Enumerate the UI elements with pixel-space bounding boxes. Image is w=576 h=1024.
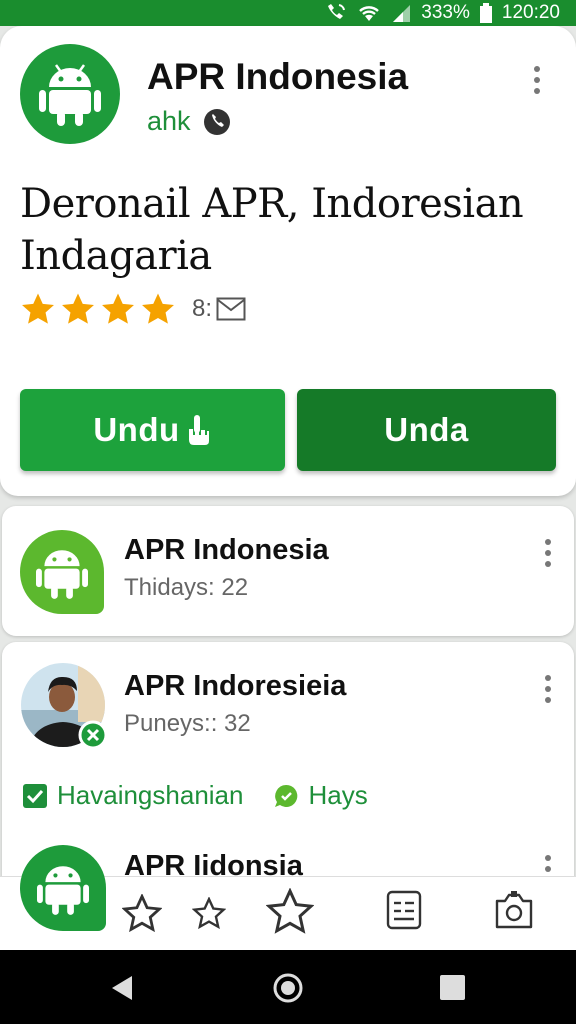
android-icon (37, 866, 89, 915)
more-options-icon[interactable] (543, 675, 553, 703)
signal-icon (391, 3, 411, 23)
tags-row: Havaingshanian Hays (22, 780, 368, 811)
install-button-label: Undu (93, 411, 180, 448)
battery-icon (479, 3, 492, 23)
clock: 120:20 (501, 2, 560, 23)
back-icon[interactable] (108, 974, 136, 1002)
star-icon (102, 293, 134, 324)
battery-text: 333% (421, 2, 470, 23)
tag-chat[interactable]: Hays (273, 780, 368, 811)
wifi-icon (357, 3, 381, 23)
item-title: APR Indonesia (124, 534, 329, 566)
mail-icon[interactable] (216, 297, 246, 321)
tag-verified[interactable]: Havaingshanian (22, 780, 243, 811)
item-subtitle: Puneys:: 32 (124, 710, 251, 737)
star-icon (142, 293, 174, 324)
toolbar-app-button[interactable] (20, 845, 106, 931)
check-square-icon (23, 783, 47, 808)
tag-label: Havaingshanian (57, 780, 244, 810)
rating-count: 8: (192, 295, 213, 322)
star-outline-icon[interactable] (266, 888, 314, 934)
bottom-toolbar (0, 845, 576, 951)
star-outline-icon[interactable] (122, 894, 162, 932)
app-title: APR Indonesia (147, 56, 409, 97)
recents-icon[interactable] (440, 975, 465, 1000)
star-icon (62, 293, 94, 324)
rating-stars (20, 292, 176, 326)
developer-row: ahk (147, 106, 231, 137)
more-options-icon[interactable] (532, 66, 542, 94)
star-icon (22, 293, 54, 324)
system-nav-bar (0, 950, 576, 1024)
item-title: APR Indoresieia (124, 670, 347, 702)
android-icon (39, 64, 101, 126)
item-logo (20, 530, 104, 614)
tag-label: Hays (308, 780, 368, 810)
star-outline-icon[interactable] (192, 897, 226, 929)
home-icon[interactable] (272, 972, 304, 1004)
app-logo[interactable] (20, 44, 120, 144)
install-button[interactable]: Undu (20, 389, 285, 471)
status-bar: 333% 120:20 (0, 0, 576, 26)
hand-tap-icon (188, 415, 209, 445)
phone-icon (203, 108, 230, 135)
developer-name[interactable]: ahk (147, 106, 191, 137)
app-header-card: APR Indonesia ahk Deronail APR, Indoresi… (0, 26, 576, 496)
list-item[interactable]: APR Indonesia Thidays: 22 (2, 506, 574, 636)
android-icon (36, 550, 88, 599)
open-button[interactable]: Unda (297, 389, 556, 471)
more-options-icon[interactable] (543, 539, 553, 567)
call-wifi-icon (325, 3, 347, 23)
rating-row: 8: (20, 292, 246, 326)
chat-bubble-icon (275, 784, 298, 807)
app-headline: Deronail APR, Indoresian Indagaria (20, 181, 524, 279)
item-subtitle: Thidays: 22 (124, 574, 249, 601)
open-button-label: Unda (384, 411, 469, 448)
camera-icon[interactable] (493, 889, 535, 931)
avatar (20, 662, 108, 750)
close-badge-icon (78, 720, 108, 750)
list-icon[interactable] (386, 890, 422, 930)
